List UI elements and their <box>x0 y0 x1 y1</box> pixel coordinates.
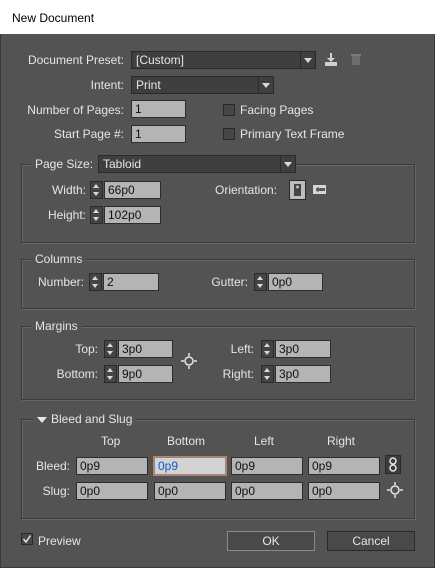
portrait-orientation-icon[interactable] <box>289 180 306 200</box>
intent-value: Print <box>136 78 161 92</box>
margin-left-label: Left: <box>230 342 254 356</box>
margin-bottom-stepper[interactable] <box>104 365 117 383</box>
columns-number-label: Number: <box>37 275 84 289</box>
width-label: Width: <box>51 183 86 197</box>
height-field[interactable]: 102p0 <box>104 206 161 224</box>
chevron-down-icon <box>258 77 273 93</box>
margin-right-field[interactable]: 3p0 <box>275 365 331 383</box>
preset-value: [Custom] <box>136 53 185 67</box>
trash-icon[interactable] <box>350 52 362 66</box>
number-of-pages-label: Number of Pages: <box>27 103 124 117</box>
bleed-left-field[interactable]: 0p9 <box>231 457 303 475</box>
width-field[interactable]: 66p0 <box>104 181 161 199</box>
margin-right-label: Right: <box>222 367 254 381</box>
gutter-stepper[interactable] <box>254 273 267 291</box>
chevron-down-icon <box>280 156 295 172</box>
margin-top-field[interactable]: 3p0 <box>118 340 173 358</box>
chevron-down-icon <box>300 52 315 68</box>
slug-right-field[interactable]: 0p0 <box>308 482 380 500</box>
facing-pages-checkbox[interactable] <box>223 104 235 116</box>
cancel-button[interactable]: Cancel <box>327 531 415 551</box>
page-size-select[interactable]: Tabloid <box>98 155 296 173</box>
margin-left-field[interactable]: 3p0 <box>275 340 331 358</box>
start-page-label: Start Page #: <box>53 127 124 141</box>
preview-label: Preview <box>38 534 81 548</box>
bleed-label: Bleed: <box>35 459 70 473</box>
margins-group-label: Margins <box>31 319 82 333</box>
height-stepper[interactable] <box>90 206 103 224</box>
bleed-top-field[interactable]: 0p9 <box>76 457 148 475</box>
gutter-field[interactable]: 0p0 <box>268 273 323 291</box>
slug-label: Slug: <box>42 484 70 498</box>
number-of-pages-field[interactable]: 1 <box>131 100 186 118</box>
preset-select[interactable]: [Custom] <box>131 51 316 69</box>
page-size-group <box>21 164 415 243</box>
link-bleed-icon[interactable] <box>385 455 401 474</box>
intent-label: Intent: <box>90 78 124 92</box>
col-left-header: Left <box>254 434 275 448</box>
bleed-slug-header[interactable]: Bleed and Slug <box>33 412 137 426</box>
width-stepper[interactable] <box>90 181 103 199</box>
gutter-label: Gutter: <box>211 275 248 289</box>
page-size-label: Page Size: <box>31 157 98 171</box>
save-preset-icon[interactable] <box>323 52 339 67</box>
slug-bottom-field[interactable]: 0p0 <box>154 482 226 500</box>
margin-left-stepper[interactable] <box>261 340 274 358</box>
preset-label: Document Preset: <box>27 53 124 67</box>
ok-button[interactable]: OK <box>227 531 315 551</box>
disclosure-triangle-icon[interactable] <box>37 416 47 424</box>
columns-number-stepper[interactable] <box>89 273 102 291</box>
link-margins-icon[interactable] <box>180 352 198 370</box>
link-slug-icon[interactable] <box>386 481 404 499</box>
facing-pages-label: Facing Pages <box>240 103 314 117</box>
margin-top-label: Top: <box>75 342 98 356</box>
slug-left-field[interactable]: 0p0 <box>231 482 303 500</box>
start-page-field[interactable]: 1 <box>131 125 186 143</box>
columns-group-label: Columns <box>31 252 87 266</box>
window-title: New Document <box>12 11 95 25</box>
orientation-label: Orientation: <box>215 183 278 197</box>
bleed-right-field[interactable]: 0p9 <box>308 457 380 475</box>
margin-bottom-field[interactable]: 9p0 <box>118 365 173 383</box>
margin-right-stepper[interactable] <box>261 365 274 383</box>
primary-text-frame-label: Primary Text Frame <box>240 127 345 141</box>
columns-number-field[interactable]: 2 <box>103 273 159 291</box>
bleed-bottom-field[interactable]: 0p9 <box>154 457 226 475</box>
page-size-value: Tabloid <box>103 157 142 171</box>
col-top-header: Top <box>101 434 121 448</box>
margin-top-stepper[interactable] <box>104 340 117 358</box>
col-right-header: Right <box>327 434 356 448</box>
title-bar: New Document <box>0 0 435 35</box>
primary-text-frame-checkbox[interactable] <box>223 128 235 140</box>
margin-bottom-label: Bottom: <box>56 367 98 381</box>
intent-select[interactable]: Print <box>131 76 274 94</box>
bleed-slug-label: Bleed and Slug <box>51 412 133 426</box>
height-label: Height: <box>47 208 86 222</box>
landscape-orientation-icon[interactable] <box>311 181 328 198</box>
col-bottom-header: Bottom <box>167 434 206 448</box>
preview-checkbox[interactable] <box>21 533 33 545</box>
margins-group <box>21 326 415 400</box>
slug-top-field[interactable]: 0p0 <box>76 482 148 500</box>
